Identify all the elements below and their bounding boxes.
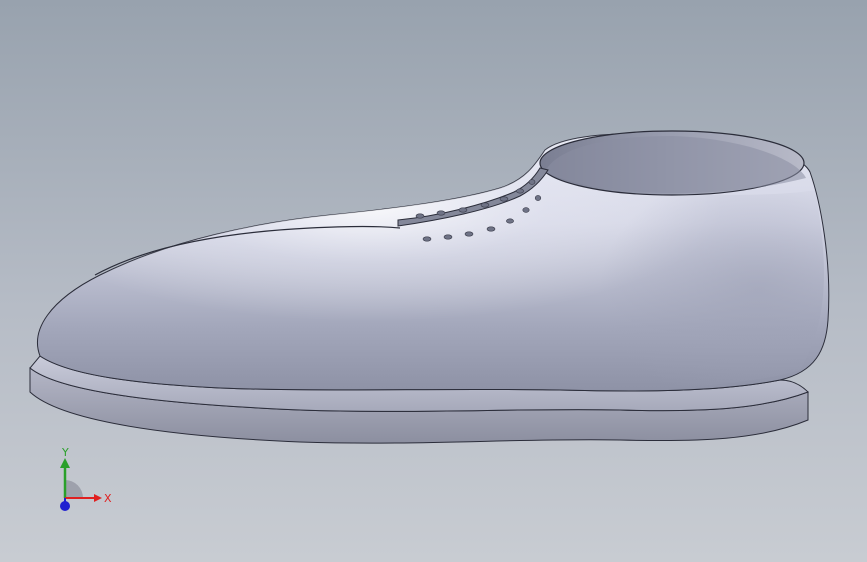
reference-triad: Y X — [48, 440, 118, 520]
y-axis-label: Y — [61, 446, 69, 459]
graphics-viewport[interactable]: Y X — [0, 0, 867, 562]
z-axis-dot — [60, 501, 70, 511]
x-axis-label: X — [104, 492, 112, 505]
shoe-model[interactable] — [0, 0, 867, 562]
x-axis-arrow — [94, 494, 102, 502]
y-axis-arrow — [60, 458, 70, 468]
